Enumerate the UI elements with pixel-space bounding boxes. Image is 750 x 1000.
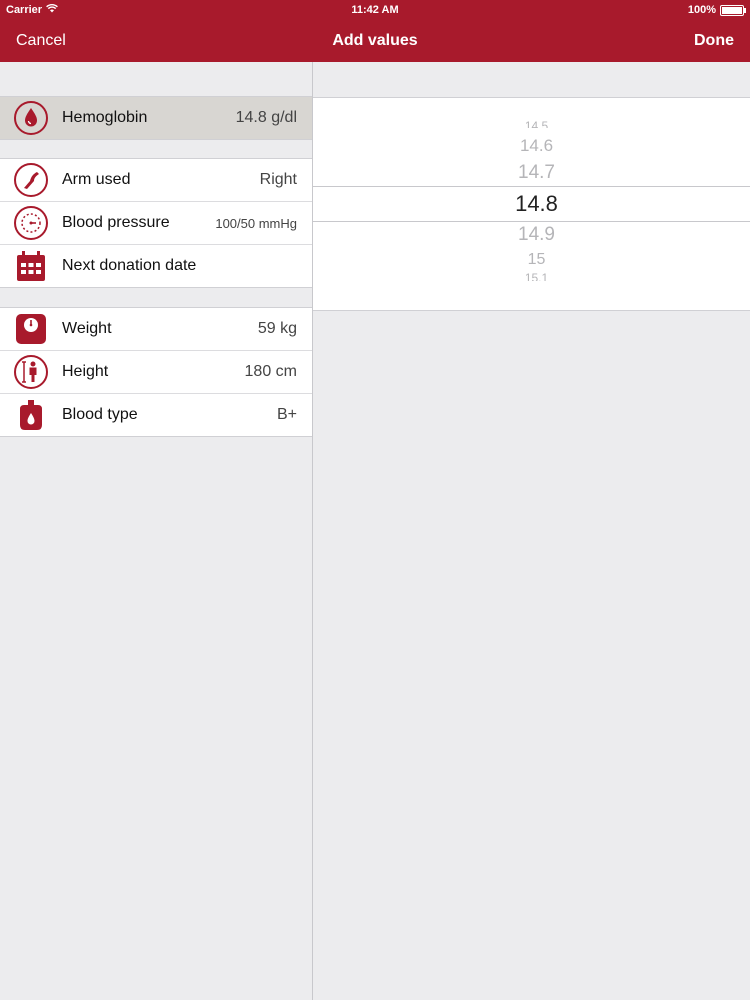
row-label: Blood pressure: [62, 214, 170, 231]
navigation-bar: Cancel Add values Done: [0, 20, 750, 62]
donation-group: Arm used Right Blood pressure 100/50 mmH…: [0, 158, 312, 288]
row-value: 180 cm: [244, 363, 297, 380]
row-weight[interactable]: Weight 59 kg: [0, 308, 312, 351]
values-list-panel: Hemoglobin 14.8 g/dl Arm used Right Bloo…: [0, 62, 313, 1000]
row-value: 100/50 mmHg: [215, 215, 297, 231]
value-picker-panel: 14.5 14.6 14.7 14.8 14.9 15 15.1: [313, 62, 750, 1000]
done-button[interactable]: Done: [694, 32, 734, 50]
picker-option[interactable]: 14.7: [313, 162, 750, 184]
picker-option-selected[interactable]: 14.8: [313, 191, 750, 217]
row-height[interactable]: Height 180 cm: [0, 351, 312, 394]
blood-bag-icon: [13, 397, 49, 433]
header: Carrier 11:42 AM 100% Cancel Add values …: [0, 0, 750, 62]
row-value: Right: [259, 171, 297, 188]
row-label: Weight: [62, 320, 112, 337]
battery-icon: [720, 4, 746, 16]
picker-option[interactable]: 15: [313, 251, 750, 269]
row-label: Blood type: [62, 406, 138, 423]
row-value: 59 kg: [257, 320, 297, 337]
value-picker[interactable]: 14.5 14.6 14.7 14.8 14.9 15 15.1: [313, 97, 750, 311]
picker-option[interactable]: 14.9: [313, 224, 750, 246]
scale-icon: [13, 311, 49, 347]
picker-option[interactable]: 14.6: [313, 136, 750, 156]
row-value: 14.8 g/dl: [235, 109, 297, 126]
row-arm-used[interactable]: Arm used Right: [0, 159, 312, 202]
row-next-donation-date[interactable]: Next donation date: [0, 245, 312, 287]
body-group: Weight 59 kg Height 180 cm Blood type B+: [0, 307, 312, 437]
arm-icon: [13, 162, 49, 198]
pressure-gauge-icon: [13, 205, 49, 241]
blood-drop-icon: [13, 100, 49, 136]
row-label: Height: [62, 363, 109, 380]
picker-option[interactable]: 14.5: [313, 120, 750, 128]
row-blood-pressure[interactable]: Blood pressure 100/50 mmHg: [0, 202, 312, 245]
battery-percent: 100%: [687, 4, 716, 16]
measurement-group: Hemoglobin 14.8 g/dl: [0, 96, 312, 140]
page-title: Add values: [332, 32, 418, 49]
row-value: B+: [276, 406, 297, 423]
status-bar: Carrier 11:42 AM 100%: [0, 0, 750, 20]
row-blood-type[interactable]: Blood type B+: [0, 394, 312, 436]
row-hemoglobin[interactable]: Hemoglobin 14.8 g/dl: [0, 97, 312, 139]
row-label: Next donation date: [62, 257, 197, 274]
row-label: Hemoglobin: [62, 109, 148, 126]
status-time: 11:42 AM: [351, 4, 399, 16]
row-label: Arm used: [62, 171, 131, 188]
height-icon: [13, 354, 49, 390]
picker-option[interactable]: 15.1: [313, 272, 750, 281]
calendar-icon: [13, 248, 49, 284]
